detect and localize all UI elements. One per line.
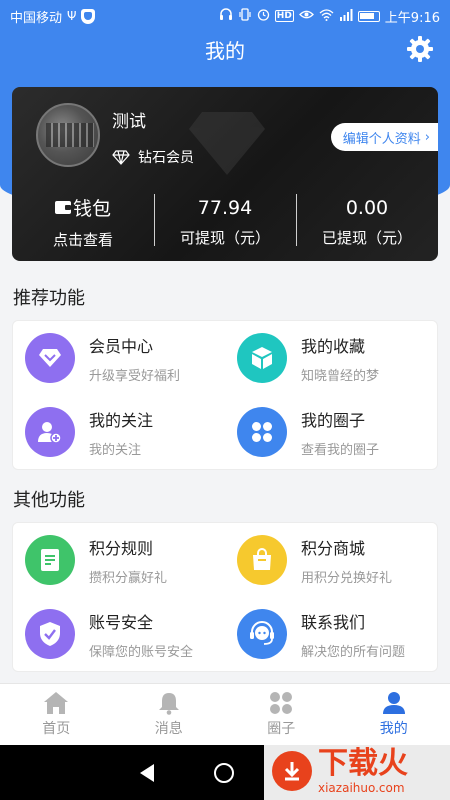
alarm-icon	[257, 8, 270, 24]
account-security-item[interactable]: 账号安全 保障您的账号安全	[13, 597, 225, 671]
vibrate-icon	[238, 8, 252, 24]
wallet-label: 钱包	[72, 198, 111, 220]
watermark-logo: 下载火 xiazaihuo.com	[264, 742, 450, 800]
my-circle-subtitle: 查看我的圈子	[301, 442, 380, 458]
points-mall-subtitle: 用积分兑换好礼	[301, 570, 393, 586]
contact-us-title: 联系我们	[301, 612, 366, 632]
bell-icon	[158, 693, 179, 715]
clock: 上午9:16	[384, 10, 440, 26]
account-security-subtitle: 保障您的账号安全	[89, 644, 194, 660]
member-center-title: 会员中心	[89, 336, 154, 356]
withdrawn-stat[interactable]: 0.00 已提现（元）	[296, 192, 438, 252]
edit-profile-label: 编辑个人资料	[342, 131, 421, 147]
tab-home[interactable]: 首页	[0, 684, 113, 745]
my-favorites-item[interactable]: 我的收藏 知晓曾经的梦	[225, 321, 437, 395]
headphones-icon	[219, 8, 233, 24]
my-following-subtitle: 我的关注	[89, 442, 142, 458]
hd-badge: HD	[274, 10, 294, 22]
withdrawn-label: 已提现（元）	[321, 228, 412, 247]
points-rules-item[interactable]: 积分规则 攒积分赢好礼	[13, 523, 225, 597]
user-add-icon	[25, 407, 75, 457]
withdrawn-value: 0.00	[345, 196, 389, 219]
shopping-bag-icon	[237, 535, 287, 585]
back-icon[interactable]	[140, 763, 154, 782]
points-mall-title: 积分商城	[301, 538, 366, 558]
eye-icon	[298, 9, 314, 23]
tab-messages[interactable]: 消息	[113, 684, 226, 745]
usb-icon: Ψ	[67, 9, 77, 23]
person-icon	[382, 692, 405, 714]
signal-icon	[339, 8, 353, 24]
my-following-item[interactable]: 我的关注 我的关注	[13, 395, 225, 469]
member-center-subtitle: 升级享受好福利	[89, 368, 181, 384]
points-rules-title: 积分规则	[89, 538, 154, 558]
watermark-url: xiazaihuo.com	[318, 781, 405, 795]
wallet-icon	[54, 201, 71, 214]
diamond-icon	[112, 149, 130, 165]
points-mall-item[interactable]: 积分商城 用积分兑换好礼	[225, 523, 437, 597]
cube-icon	[237, 333, 287, 383]
security-app-icon	[81, 8, 96, 24]
page-title: 我的	[205, 38, 245, 63]
clover-icon	[237, 407, 287, 457]
wifi-icon	[319, 8, 334, 24]
other-section-title: 其他功能	[13, 490, 85, 511]
headset-icon	[237, 609, 287, 659]
tab-home-label: 首页	[42, 721, 71, 737]
document-icon	[25, 535, 75, 585]
watermark-title: 下载火	[318, 746, 408, 781]
gear-icon[interactable]	[406, 35, 434, 63]
tab-messages-label: 消息	[154, 721, 183, 737]
stats-row: 钱包 点击查看 77.94 可提现（元） 0.00 已提现（元）	[12, 192, 438, 252]
my-following-title: 我的关注	[89, 410, 154, 430]
wallet-value: 钱包	[54, 194, 111, 221]
my-circle-title: 我的圈子	[301, 410, 366, 430]
status-left: 中国移动 Ψ	[10, 7, 96, 26]
points-rules-subtitle: 攒积分赢好礼	[89, 570, 168, 586]
title-bar: 我的	[0, 32, 450, 66]
contact-us-subtitle: 解决您的所有问题	[301, 644, 406, 660]
shield-check-icon	[25, 609, 75, 659]
tab-circle-label: 圈子	[267, 721, 296, 737]
chevron-right-icon: ›	[424, 129, 430, 145]
clover-icon	[270, 692, 293, 714]
recommended-panel: 会员中心 升级享受好福利 我的收藏 知晓曾经的梦 我的关注 我的关注 我的圈子 …	[12, 320, 438, 470]
tab-mine-label: 我的	[379, 721, 408, 737]
withdrawable-label: 可提现（元）	[179, 228, 270, 247]
account-security-title: 账号安全	[89, 612, 154, 632]
home-circle-icon[interactable]	[214, 762, 234, 783]
avatar[interactable]	[36, 103, 100, 167]
battery-icon	[357, 10, 380, 22]
edit-profile-button[interactable]: 编辑个人资料 ›	[330, 123, 438, 151]
diamond-icon	[25, 333, 75, 383]
wallet-stat[interactable]: 钱包 点击查看	[12, 192, 154, 252]
tab-circle[interactable]: 圈子	[225, 684, 338, 745]
contact-us-item[interactable]: 联系我们 解决您的所有问题	[225, 597, 437, 671]
status-right: HD 上午9:16	[219, 7, 440, 26]
home-icon	[44, 692, 69, 714]
withdrawable-stat[interactable]: 77.94 可提现（元）	[154, 192, 296, 252]
status-bar: 中国移动 Ψ HD 上午9:16	[0, 0, 450, 32]
other-panel: 积分规则 攒积分赢好礼 积分商城 用积分兑换好礼 账号安全 保障您的账号安全 联…	[12, 522, 438, 672]
tab-mine[interactable]: 我的	[338, 684, 450, 745]
diamond-watermark-icon	[189, 112, 265, 175]
username: 测试	[112, 112, 146, 132]
my-circle-item[interactable]: 我的圈子 查看我的圈子	[225, 395, 437, 469]
withdrawable-value: 77.94	[197, 196, 253, 219]
member-center-item[interactable]: 会员中心 升级享受好福利	[13, 321, 225, 395]
member-level: 钻石会员	[112, 147, 194, 167]
carrier-label: 中国移动	[10, 10, 63, 26]
bottom-tab-bar: 首页 消息 圈子 我的	[0, 683, 450, 745]
member-level-label: 钻石会员	[138, 150, 194, 166]
download-fire-icon	[272, 751, 312, 791]
member-card: 测试 钻石会员 编辑个人资料 › 钱包 点击查看 77.94 可提现（元） 0.…	[12, 87, 438, 261]
recommended-section-title: 推荐功能	[13, 288, 85, 309]
my-favorites-title: 我的收藏	[301, 336, 366, 356]
my-favorites-subtitle: 知晓曾经的梦	[301, 368, 380, 384]
wallet-hint: 点击查看	[52, 231, 113, 249]
